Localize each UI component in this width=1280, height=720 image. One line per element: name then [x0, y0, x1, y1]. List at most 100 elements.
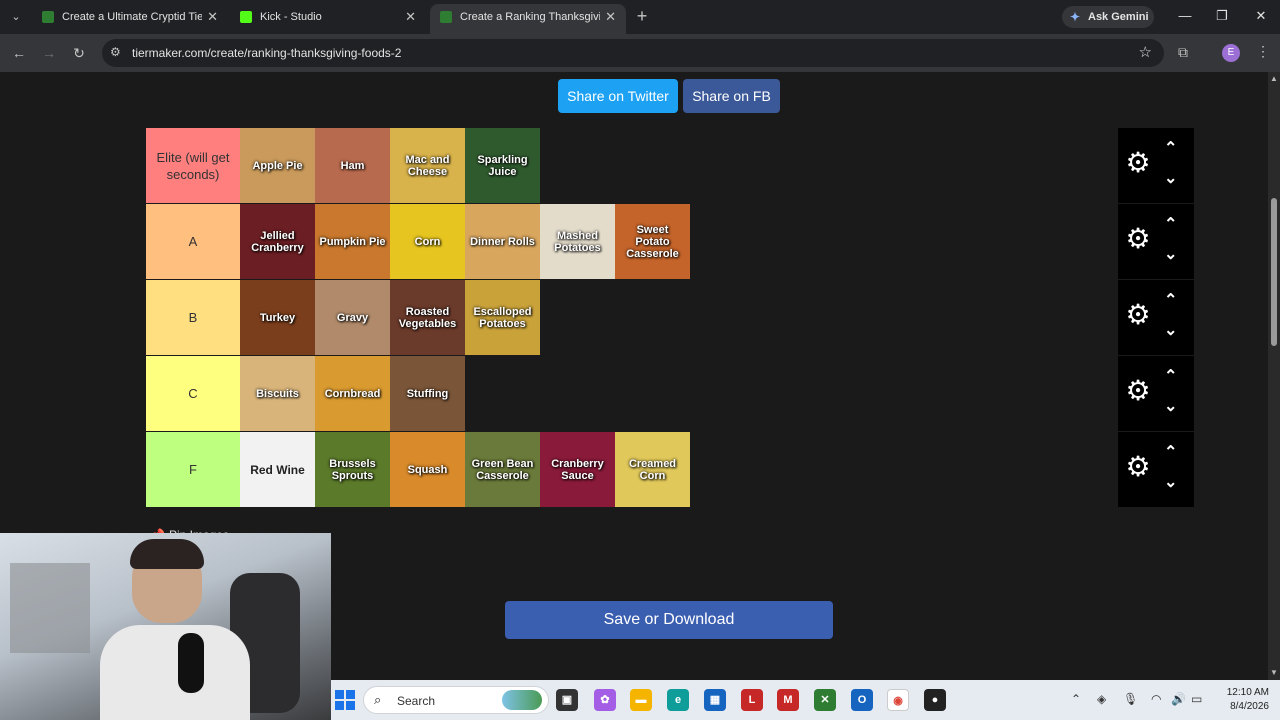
taskbar-search[interactable]: ⌕ Search [363, 686, 549, 714]
edge-icon[interactable]: e [667, 689, 689, 711]
minimize-button[interactable]: — [1175, 8, 1195, 23]
tier-list: Elite (will get seconds) Apple Pie Ham Mac … [146, 128, 1194, 508]
food-tile[interactable]: Cranberry Sauce [540, 432, 615, 507]
browser-tab[interactable]: Create a Ranking Thanksgiving Foods ✕ [430, 4, 626, 34]
food-tile[interactable]: Pumpkin Pie [315, 204, 390, 279]
food-tile[interactable]: Mac and Cheese [390, 128, 465, 203]
move-tier-down-icon[interactable]: ⌄ [1164, 168, 1177, 188]
food-tile[interactable]: Escalloped Potatoes [465, 280, 540, 355]
store-icon[interactable]: ▦ [704, 689, 726, 711]
ask-gemini-button[interactable]: ✦ Ask Gemini [1062, 6, 1154, 28]
microphone [178, 633, 204, 693]
food-tile[interactable]: Biscuits [240, 356, 315, 431]
tab-search-icon[interactable]: ⌄ [6, 7, 26, 27]
tier-drop-zone[interactable]: Jellied Cranberry Pumpkin Pie Corn Dinner R… [240, 204, 1118, 279]
move-tier-down-icon[interactable]: ⌄ [1164, 244, 1177, 264]
move-tier-down-icon[interactable]: ⌄ [1164, 472, 1177, 492]
food-tile[interactable]: Red Wine [240, 432, 315, 507]
chrome-icon[interactable]: ◉ [887, 689, 909, 711]
move-tier-down-icon[interactable]: ⌄ [1164, 396, 1177, 416]
reload-icon[interactable]: ↻ [70, 44, 88, 62]
move-tier-up-icon[interactable]: ⌃ [1164, 366, 1177, 386]
scrollbar-thumb[interactable] [1271, 198, 1277, 346]
tier-drop-zone[interactable]: Biscuits Cornbread Stuffing [240, 356, 1118, 431]
food-tile[interactable]: Green Bean Casserole [465, 432, 540, 507]
move-tier-up-icon[interactable]: ⌃ [1164, 290, 1177, 310]
task-view-icon[interactable]: ▣ [556, 689, 578, 711]
scroll-down-arrow-icon[interactable]: ▼ [1270, 668, 1278, 677]
food-tile[interactable]: Turkey [240, 280, 315, 355]
food-tile[interactable]: Mashed Potatoes [540, 204, 615, 279]
move-tier-up-icon[interactable]: ⌃ [1164, 214, 1177, 234]
food-tile[interactable]: Gravy [315, 280, 390, 355]
tier-settings-gear-icon[interactable]: ⚙ [1124, 224, 1152, 254]
file-explorer-icon[interactable]: ▬ [630, 689, 652, 711]
site-info-icon[interactable]: ⚙ [110, 45, 121, 59]
tab-close-icon[interactable]: ✕ [605, 9, 616, 25]
tier-label[interactable]: B [146, 280, 240, 355]
taskbar-clock[interactable]: 12:10 AM 8/4/2026 [1209, 686, 1269, 714]
tier-settings-gear-icon[interactable]: ⚙ [1124, 376, 1152, 406]
battery-icon[interactable]: ▭ [1191, 692, 1202, 706]
lumion-icon[interactable]: L [741, 689, 763, 711]
forward-arrow-icon[interactable]: → [40, 44, 58, 62]
tray-overflow-chevron-icon[interactable]: ⌃ [1071, 692, 1081, 706]
food-tile[interactable]: Sparkling Juice [465, 128, 540, 203]
outlook-icon[interactable]: O [851, 689, 873, 711]
recording-app-icon[interactable]: ● [924, 689, 946, 711]
ask-gemini-label: Ask Gemini [1088, 11, 1149, 23]
maximize-button[interactable]: ❐ [1212, 8, 1232, 24]
browser-tab[interactable]: Kick - Studio ✕ [230, 4, 426, 30]
tier-drop-zone[interactable]: Turkey Gravy Roasted Vegetables Escalloped … [240, 280, 1118, 355]
share-fb-button[interactable]: Share on FB [683, 79, 780, 113]
tier-settings-gear-icon[interactable]: ⚙ [1124, 300, 1152, 330]
tab-close-icon[interactable]: ✕ [207, 9, 218, 25]
xbox-icon[interactable]: ✕ [814, 689, 836, 711]
back-arrow-icon[interactable]: ← [10, 44, 28, 62]
address-bar[interactable]: ⚙ tiermaker.com/create/ranking-thanksgiv… [102, 39, 1164, 67]
tier-label[interactable]: A [146, 204, 240, 279]
security-tray-icon[interactable]: ◈ [1097, 692, 1106, 706]
food-tile[interactable]: Stuffing [390, 356, 465, 431]
bookmark-star-icon[interactable]: ☆ [1139, 43, 1152, 61]
food-tile[interactable]: Corn [390, 204, 465, 279]
food-tile[interactable]: Squash [390, 432, 465, 507]
scroll-up-arrow-icon[interactable]: ▲ [1270, 74, 1278, 83]
browser-menu-icon[interactable]: ⋮ [1256, 43, 1270, 60]
food-tile[interactable]: Dinner Rolls [465, 204, 540, 279]
tier-label[interactable]: Elite (will get seconds) [146, 128, 240, 203]
windows-start-icon[interactable] [335, 690, 355, 710]
food-tile[interactable]: Cornbread [315, 356, 390, 431]
tier-settings-gear-icon[interactable]: ⚙ [1124, 452, 1152, 482]
food-tile[interactable]: Roasted Vegetables [390, 280, 465, 355]
food-tile[interactable]: Sweet Potato Casserole [615, 204, 690, 279]
tab-close-icon[interactable]: ✕ [405, 9, 416, 25]
tier-settings-gear-icon[interactable]: ⚙ [1124, 148, 1152, 178]
move-tier-down-icon[interactable]: ⌄ [1164, 320, 1177, 340]
tier-drop-zone[interactable]: Red Wine Brussels Sprouts Squash Green Bean… [240, 432, 1118, 507]
tier-label[interactable]: F [146, 432, 240, 507]
share-twitter-button[interactable]: Share on Twitter [558, 79, 678, 113]
copilot-icon[interactable]: ✿ [594, 689, 616, 711]
tier-drop-zone[interactable]: Apple Pie Ham Mac and Cheese Sparkling Juic… [240, 128, 1118, 203]
mcafee-icon[interactable]: M [777, 689, 799, 711]
food-tile[interactable]: Brussels Sprouts [315, 432, 390, 507]
microphone-tray-icon[interactable]: 🎙 [1123, 692, 1138, 706]
move-tier-up-icon[interactable]: ⌃ [1164, 138, 1177, 158]
move-tier-up-icon[interactable]: ⌃ [1164, 442, 1177, 462]
clock-time: 12:10 AM [1226, 687, 1269, 698]
wifi-icon[interactable]: ◠ [1151, 692, 1161, 706]
food-tile[interactable]: Creamed Corn [615, 432, 690, 507]
close-window-button[interactable]: ✕ [1251, 8, 1271, 24]
browser-tab[interactable]: Create a Ultimate Cryptid Tierlist ✕ [32, 4, 228, 30]
food-tile[interactable]: Ham [315, 128, 390, 203]
page-scrollbar[interactable]: ▲ ▼ [1268, 72, 1280, 680]
volume-icon[interactable]: 🔊 [1171, 692, 1186, 706]
food-tile[interactable]: Apple Pie [240, 128, 315, 203]
extensions-puzzle-icon[interactable]: ⧉ [1178, 44, 1188, 61]
tier-label[interactable]: C [146, 356, 240, 431]
profile-avatar[interactable]: E [1222, 44, 1240, 62]
save-or-download-button[interactable]: Save or Download [505, 601, 833, 639]
new-tab-button[interactable]: + [632, 6, 652, 27]
food-tile[interactable]: Jellied Cranberry [240, 204, 315, 279]
